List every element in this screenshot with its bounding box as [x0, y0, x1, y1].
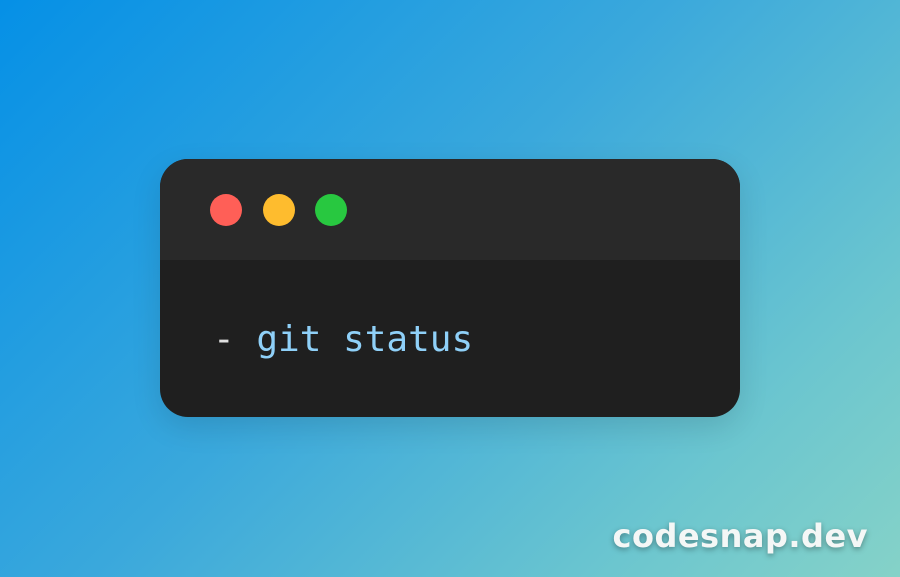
watermark-text: codesnap.dev: [612, 517, 868, 555]
code-line: - git status: [213, 318, 473, 362]
maximize-button-icon[interactable]: [315, 194, 347, 226]
close-button-icon[interactable]: [210, 194, 242, 226]
window-titlebar: [160, 159, 740, 260]
minimize-button-icon[interactable]: [263, 194, 295, 226]
code-window: - git status: [160, 159, 740, 417]
code-command: git status: [256, 319, 474, 360]
code-prefix: -: [213, 319, 235, 360]
